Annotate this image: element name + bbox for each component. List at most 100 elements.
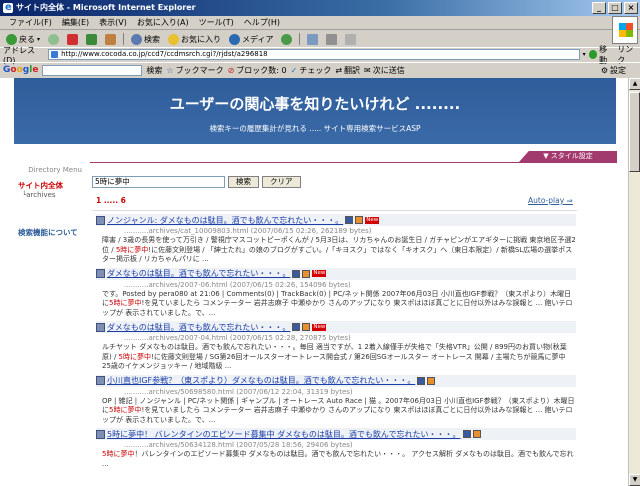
menu-favorites[interactable]: お気に入り(A) xyxy=(132,17,194,28)
result-snippet: 5時に夢中！バレンタインのエピソード募集中 ダメなものは駄目。酒でも飲んで忘れた… xyxy=(102,450,576,469)
translate-button[interactable]: ⇄ 翻訳 xyxy=(335,65,360,76)
google-logo: Google xyxy=(3,65,39,75)
sidebar-item-site-all[interactable]: サイト内全体 xyxy=(18,180,88,191)
style-tab-label: スタイル設定 xyxy=(550,152,593,160)
banner-subtitle: 検索キーの履歴集計が見れる ..... サイト専用検索サービスASP xyxy=(209,124,421,133)
mail-button[interactable] xyxy=(304,32,321,46)
search-icon xyxy=(131,33,143,45)
preview-icon[interactable] xyxy=(462,430,471,438)
result-snippet: ルチヤット ダメなものは駄目。酒でも飲んで忘れたい・・・。毎回 適当ですが、1 … xyxy=(102,343,576,372)
media-button[interactable]: メディア xyxy=(226,32,276,46)
new-badge: New xyxy=(365,216,380,224)
address-input[interactable]: http://www.cocoda.co.jp/ccd7/ccdmsrch.cg… xyxy=(48,49,580,60)
stop-button[interactable] xyxy=(64,32,81,46)
vertical-scrollbar[interactable]: ▲ ▼ xyxy=(628,78,640,486)
history-button[interactable] xyxy=(278,32,295,46)
google-bookmarks-button[interactable]: ☆ ブックマーク xyxy=(166,65,223,76)
search-label: 検索 xyxy=(144,34,161,44)
bookmarks-label: ブックマーク xyxy=(175,65,224,75)
menu-bar: ファイル(F) 編集(E) 表示(V) お気に入り(A) ツール(T) ヘルプ(… xyxy=(0,16,640,30)
send-button[interactable]: ✉ 次に送信 xyxy=(364,65,405,76)
scroll-down-button[interactable]: ▼ xyxy=(629,474,640,486)
settings-button[interactable]: ⚙ 設定 xyxy=(601,65,626,76)
snippet-after: !に佐藤文則登場 / SG第26回オールスターオートレース開会式 / 第26回S… xyxy=(102,352,566,371)
search-input[interactable]: 5時に夢中 xyxy=(92,176,225,188)
bookmark-icon[interactable] xyxy=(427,376,436,385)
menu-file[interactable]: ファイル(F) xyxy=(4,17,57,28)
popup-blocker-button[interactable]: ⊘ ブロック数: 0 xyxy=(228,65,287,76)
result-item: ダメなものは駄目。酒でも飲んで忘れたい・・・。 New ...........arc… xyxy=(96,321,576,372)
windows-logo-icon xyxy=(612,16,638,44)
result-snippet: OP | 雑記 | ノンジャンル | PC/ネット関係 | ギャンブル | オー… xyxy=(102,397,576,426)
snippet-highlight: 5時に夢中 xyxy=(115,245,149,254)
refresh-button[interactable] xyxy=(83,32,100,46)
favorites-button[interactable]: お気に入り xyxy=(165,32,224,46)
result-item: 5時に夢中！ バレンタインのエピソード募集中 ダメなものは駄目。酒でも飲んで忘れ… xyxy=(96,428,576,469)
new-badge: New xyxy=(312,323,327,331)
bookmark-icon[interactable] xyxy=(302,323,311,331)
forward-button[interactable] xyxy=(45,32,62,46)
google-search-input[interactable] xyxy=(42,64,143,76)
result-snippet: 障害 / 3歳の長男を使って万引き / 警視庁マスコットピーポくんが / 5月3… xyxy=(102,236,576,265)
menu-view[interactable]: 表示(V) xyxy=(94,17,132,28)
search-button[interactable]: 検索 xyxy=(128,32,163,46)
menu-tools[interactable]: ツール(T) xyxy=(194,17,239,28)
scroll-thumb[interactable] xyxy=(629,92,640,172)
menu-edit[interactable]: 編集(E) xyxy=(57,17,94,28)
google-toolbar: Google 検索 ☆ ブックマーク ⊘ ブロック数: 0 ✓ チェック ⇄ 翻訳 ✉ 次… xyxy=(0,62,640,77)
archives-label: archives xyxy=(26,191,56,199)
result-title-row: ダメなものは駄目。酒でも飲んで忘れたい・・・。 New xyxy=(96,267,576,280)
snippet-highlight: 5時に夢中 xyxy=(102,450,135,458)
clear-button[interactable]: クリア xyxy=(262,176,301,188)
printer-icon xyxy=(326,33,338,45)
translate-icon: ⇄ xyxy=(335,65,343,75)
style-settings-tab[interactable]: ▼ スタイル設定 xyxy=(519,151,617,162)
scroll-up-button[interactable]: ▲ xyxy=(629,78,640,90)
preview-icon[interactable] xyxy=(417,376,426,385)
window-controls: _ □ × xyxy=(592,2,638,14)
result-title-link[interactable]: 小川直也IGF参戦？（東スポより）ダメなものは駄目。酒でも飲んで忘れたい・・・。 xyxy=(107,375,415,386)
sidebar-item-archives[interactable]: └archives xyxy=(18,191,88,199)
maximize-button[interactable]: □ xyxy=(608,2,622,14)
result-item: ダメなものは駄目。酒でも飲んで忘れたい・・・。 New ...........arc… xyxy=(96,267,576,319)
window-titlebar: サイト内全体 - Microsoft Internet Explorer _ □… xyxy=(0,0,640,16)
result-title-row: ダメなものは駄目。酒でも飲んで忘れたい・・・。 New xyxy=(96,321,576,333)
stop-icon xyxy=(67,33,79,45)
result-title-link[interactable]: ノンジャンル: ダメなものは駄目。酒でも飲んで忘れたい・・・。 xyxy=(107,215,343,226)
chevron-down-icon[interactable]: ▾ xyxy=(583,51,586,58)
preview-icon[interactable] xyxy=(292,323,301,331)
pagination[interactable]: 1 ..... 6 xyxy=(96,196,126,205)
minimize-button[interactable]: _ xyxy=(592,2,606,14)
refresh-icon xyxy=(86,33,98,45)
bookmark-icon[interactable] xyxy=(302,269,311,278)
page-icon xyxy=(96,215,105,225)
bookmark-icon[interactable] xyxy=(355,216,364,224)
snippet-highlight: 5時に夢中 xyxy=(109,406,142,414)
result-title-link[interactable]: ダメなものは駄目。酒でも飲んで忘れたい・・・。 xyxy=(107,268,290,279)
result-title-link[interactable]: 5時に夢中！ バレンタインのエピソード募集中 ダメなものは駄目。酒でも飲んで忘れ… xyxy=(107,429,461,440)
result-title-link[interactable]: ダメなものは駄目。酒でも飲んで忘れたい・・・。 xyxy=(107,322,290,333)
preview-icon[interactable] xyxy=(345,216,354,224)
edit-button[interactable] xyxy=(342,32,359,46)
address-bar: アドレス(D) http://www.cocoda.co.jp/ccd7/ccd… xyxy=(0,45,640,65)
autoplay-link[interactable]: Auto-play ⇒ xyxy=(528,196,573,205)
snippet-highlight: 5時に夢中 xyxy=(109,299,142,307)
close-button[interactable]: × xyxy=(624,2,638,14)
print-button[interactable] xyxy=(323,32,340,46)
translate-label: 翻訳 xyxy=(344,65,361,75)
google-search-button[interactable]: 検索 xyxy=(146,65,162,76)
result-url: ...........archives/2007-04.html (2007/0… xyxy=(124,334,351,342)
spellcheck-button[interactable]: ✓ チェック xyxy=(291,65,332,76)
preview-icon[interactable] xyxy=(292,269,301,278)
menu-help[interactable]: ヘルプ(H) xyxy=(239,17,285,28)
result-title-row: ノンジャンル: ダメなものは駄目。酒でも飲んで忘れたい・・・。 New xyxy=(96,214,576,226)
google-search-label: 検索 xyxy=(146,65,163,75)
settings-label: 設定 xyxy=(610,65,626,75)
directory-menu-label: Directory Menu xyxy=(28,166,82,174)
home-button[interactable] xyxy=(102,32,119,46)
snippet-after: !を見ていましたら コメンテーター 岩井志麻子 中瀬ゆかり さんのアップになり … xyxy=(102,406,573,424)
search-submit-button[interactable]: 検索 xyxy=(228,176,259,188)
sidebar: Directory Menu サイト内全体 └archives 検索機能について xyxy=(18,166,88,238)
bookmark-icon[interactable] xyxy=(472,430,481,438)
sidebar-item-about-search[interactable]: 検索機能について xyxy=(18,227,88,238)
